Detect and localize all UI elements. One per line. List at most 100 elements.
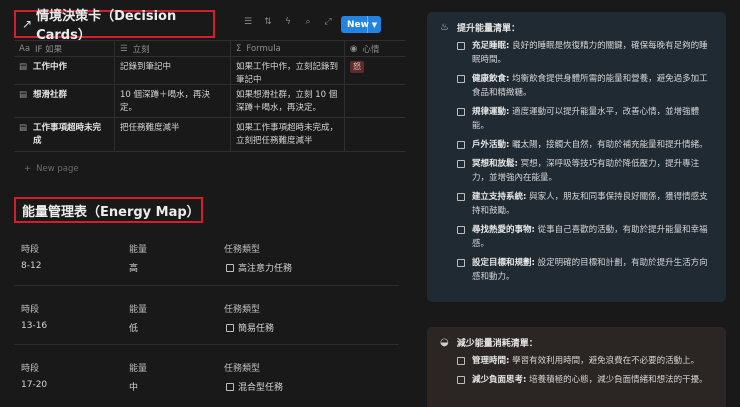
checkbox[interactable] [457,141,465,149]
divider [14,344,399,345]
todo-text[interactable]: 尋找熱愛的事物: 從事自己喜歡的活動，有助於提升能量和幸福感。 [472,223,716,251]
task-value[interactable]: 高注意力任務 [226,261,292,274]
level-label: 能量 [129,305,148,315]
column-header-formula[interactable]: Σ Formula [231,41,345,56]
todo-item[interactable]: 管理時間: 學習有效利用時間，避免浪費在不必要的活動上。 [457,354,716,368]
todo-item[interactable]: 冥想和放鬆: 冥想，深呼吸等技巧有助於降低壓力，提升專注力，並增強內在能量。 [457,157,716,185]
task-text: 高注意力任務 [238,264,293,274]
expand-icon[interactable]: ⤢ [323,17,333,27]
period-value: 8-12 [21,261,42,271]
cell-if[interactable]: ▤ 想滑社群 [14,85,115,117]
level-label: 能量 [129,364,148,374]
decision-cards-title-text: 情境決策卡（Decision Cards） [36,9,177,43]
cell-text: 如果想滑社群，立刻 10 個深蹲＋喝水，再決定。 [236,90,338,113]
lamp-icon[interactable]: ♨ [440,22,449,33]
todo-item[interactable]: 減少負面思考: 培養積極的心態，減少負面情緒和想法的干擾。 [457,373,716,387]
todo-bold: 規律運動: [472,107,510,117]
new-button[interactable]: New ▼ [341,16,381,33]
mood-tag: 怒 [350,61,364,73]
plus-icon: + [24,164,32,174]
cell-now[interactable]: 10 個深蹲＋喝水，再決定。 [115,85,231,117]
table-row[interactable]: ▤ 工作中作 記錄到筆記中 如果工作中作，立刻記錄到筆記中 怒 [14,57,405,85]
energy-record[interactable]: 時段 能量 任務類型 13-16 低 簡易任務 [21,302,401,334]
checkbox[interactable] [457,160,465,168]
automation-icon[interactable]: ϟ [283,17,293,27]
energy-map-title[interactable]: 能量管理表（Energy Map） [14,197,203,223]
todo-item[interactable]: 健康飲食: 均衡飲食提供身體所需的能量和營養，避免過多加工食品和精緻糖。 [457,72,716,100]
todo-text[interactable]: 設定目標和規劃: 設定明確的目標和計劃，有助於提升生活方向感和動力。 [472,256,716,284]
checkbox[interactable] [457,193,465,201]
task-text: 簡易任務 [238,324,275,334]
cell-now[interactable]: 記錄到筆記中 [115,57,231,84]
checkbox[interactable] [226,383,234,391]
decision-cards-title[interactable]: ↗ 情境決策卡（Decision Cards） [14,9,215,43]
cell-text: 把任務難度減半 [120,123,180,133]
cell-formula: 如果工作中作，立刻記錄到筆記中 [231,57,345,85]
search-icon[interactable]: ⌕ [303,17,313,27]
todo-text[interactable]: 管理時間: 學習有效利用時間，避免浪費在不必要的活動上。 [472,354,699,368]
column-header-mood[interactable]: ◉ 心情 [345,41,405,56]
task-text: 混合型任務 [238,383,284,393]
todo-item[interactable]: 尋找熱愛的事物: 從事自己喜歡的活動，有助於提升能量和幸福感。 [457,223,716,251]
todo-item[interactable]: 建立支持系統: 與家人，朋友和同事保持良好關係，獲得情感支持和鼓勵。 [457,190,716,218]
column-label: 立刻 [132,44,150,55]
cell-now[interactable]: 把任務難度減半 [115,118,231,151]
cell-mood[interactable]: 怒 [345,57,405,84]
period-label: 時段 [21,245,40,255]
todo-text[interactable]: 充足睡眠: 良好的睡眠是恢復精力的關鍵，確保每晚有足夠的睡眠時間。 [472,39,716,67]
todo-text[interactable]: 健康飲食: 均衡飲食提供身體所需的能量和營養，避免過多加工食品和精緻糖。 [472,72,716,100]
cell-mood[interactable] [345,118,405,151]
checkbox[interactable] [457,357,465,365]
level-value: 低 [129,324,139,334]
todo-text[interactable]: 減少負面思考: 培養積極的心態，減少負面情緒和想法的干擾。 [472,373,708,387]
cell-text: 工作事項超時未完成 [33,123,102,146]
chevron-down-icon[interactable]: ▼ [367,16,381,33]
reduce-drain-callout: ◒ 減少能量消耗清單： 管理時間: 學習有效利用時間，避免浪費在不必要的活動上。… [427,327,726,407]
period-value: 17-20 [21,380,48,390]
todo-text[interactable]: 冥想和放鬆: 冥想，深呼吸等技巧有助於降低壓力，提升專注力，並增強內在能量。 [472,157,716,185]
boost-list: 充足睡眠: 良好的睡眠是恢復精力的關鍵，確保每晚有足夠的睡眠時間。 健康飲食: … [457,39,716,284]
cell-if[interactable]: ▤ 工作事項超時未完成 [14,118,115,151]
table-row[interactable]: ▤ 想滑社群 10 個深蹲＋喝水，再決定。 如果想滑社群，立刻 10 個深蹲＋喝水… [14,85,405,118]
checkbox[interactable] [457,42,465,50]
table-row[interactable]: ▤ 工作事項超時未完成 把任務難度減半 如果工作事項超時未完成，立刻把任務難度減半 [14,118,405,152]
energy-record[interactable]: 時段 能量 任務類型 17-20 中 混合型任務 [21,361,401,393]
bowl-icon[interactable]: ◒ [440,337,449,348]
new-page-button[interactable]: + New page [24,164,84,174]
todo-bold: 設定目標和規劃: [472,258,535,268]
checkbox[interactable] [457,376,465,384]
sort-icon[interactable]: ⇅ [263,17,273,27]
todo-item[interactable]: 設定目標和規劃: 設定明確的目標和計劃，有助於提升生活方向感和動力。 [457,256,716,284]
task-label: 任務類型 [224,305,261,315]
energy-record[interactable]: 時段 能量 任務類型 8-12 高 高注意力任務 [21,242,401,274]
todo-bold: 尋找熱愛的事物: [472,225,535,235]
checkbox[interactable] [457,108,465,116]
select-prop-icon: ◉ [350,43,358,54]
checkbox[interactable] [226,324,234,332]
boost-energy-callout: ♨ 提升能量清單： 充足睡眠: 良好的睡眠是恢復精力的關鍵，確保每晚有足夠的睡眠… [427,12,726,302]
cell-if[interactable]: ▤ 工作中作 [14,57,115,84]
checkbox[interactable] [457,75,465,83]
todo-bold: 健康飲食: [472,74,510,84]
filter-icon[interactable]: ☰ [243,17,253,27]
checkbox[interactable] [226,264,234,272]
energy-map-title-text: 能量管理表（Energy Map） [22,204,200,220]
todo-text[interactable]: 規律運動: 適度運動可以提升能量水平，改善心情，並增強體能。 [472,105,716,133]
callout-title: 提升能量清單： [456,23,520,34]
reduce-list: 管理時間: 學習有效利用時間，避免浪費在不必要的活動上。 減少負面思考: 培養積… [457,354,716,387]
todo-item[interactable]: 戶外活動: 曬太陽，接觸大自然，有助於補充能量和提升情緒。 [457,138,716,152]
checkbox[interactable] [457,259,465,267]
task-value[interactable]: 簡易任務 [226,321,274,334]
task-value[interactable]: 混合型任務 [226,380,283,393]
column-label: Formula [246,43,281,54]
column-header-now[interactable]: ☰ 立刻 [115,41,231,56]
todo-item[interactable]: 充足睡眠: 良好的睡眠是恢復精力的關鍵，確保每晚有足夠的睡眠時間。 [457,39,716,67]
column-header-if[interactable]: Aa IF 如果 [14,41,115,56]
cell-mood[interactable] [345,85,405,117]
todo-bold: 充足睡眠: [472,41,510,51]
todo-text[interactable]: 建立支持系統: 與家人，朋友和同事保持良好關係，獲得情感支持和鼓勵。 [472,190,716,218]
todo-item[interactable]: 規律運動: 適度運動可以提升能量水平，改善心情，並增強體能。 [457,105,716,133]
checkbox[interactable] [457,226,465,234]
column-label: IF 如果 [35,44,63,55]
todo-text[interactable]: 戶外活動: 曬太陽，接觸大自然，有助於補充能量和提升情緒。 [472,138,708,152]
